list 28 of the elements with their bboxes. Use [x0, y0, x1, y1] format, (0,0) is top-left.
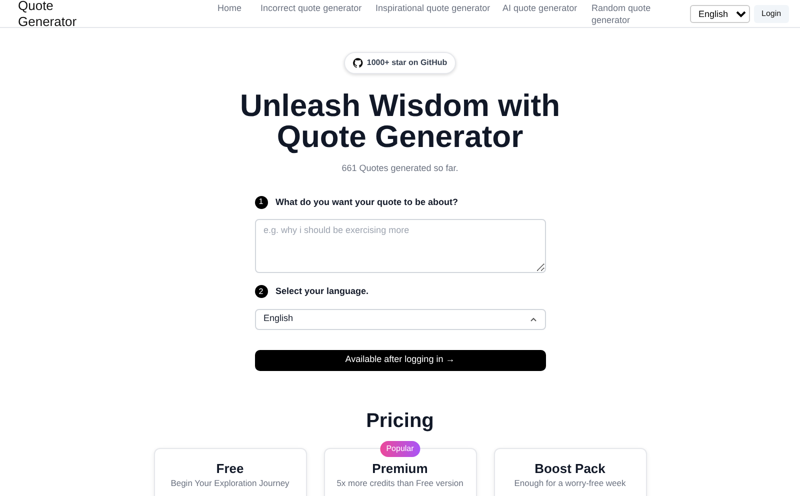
step-label: Select your language.	[276, 285, 369, 298]
step-number: 2	[254, 285, 268, 298]
language-select[interactable]: English	[690, 4, 750, 22]
brand-name[interactable]: Quote Generator	[18, 0, 77, 30]
plan-name: Free	[215, 460, 245, 476]
plan-tagline: Enough for a worry-free week	[513, 476, 627, 490]
plan-tagline: Begin Your Exploration Journey	[170, 476, 290, 490]
submit-button[interactable]: Available after logging in →	[254, 350, 546, 370]
pricing-title: Pricing	[366, 408, 434, 432]
nav-link[interactable]: Random quote generator	[592, 2, 690, 26]
login-button[interactable]: Login	[754, 4, 790, 22]
chevron-up-icon	[530, 316, 536, 322]
step-number: 1	[254, 196, 268, 209]
nav-link[interactable]: Incorrect quote generator	[260, 2, 376, 14]
quote-count: 661 Quotes generated so far.	[342, 162, 458, 175]
plan-name: Premium	[371, 460, 429, 476]
topic-input[interactable]: e.g. why i should be exercising more	[254, 219, 546, 273]
plan-tagline: 5x more credits than Free version	[336, 476, 464, 490]
nav-link[interactable]: Inspirational quote generator	[376, 2, 503, 14]
hero-title: Unleash Wisdom with Quote Generator	[238, 90, 562, 152]
language-dropdown[interactable]: English	[254, 308, 546, 330]
step-label: What do you want your quote to be about?	[276, 196, 458, 209]
popular-badge: Popular	[380, 440, 420, 456]
nav-link[interactable]: Home	[218, 2, 261, 14]
github-icon	[352, 58, 363, 68]
plan-name: Boost Pack	[534, 460, 606, 476]
nav-link[interactable]: AI quote generator	[502, 2, 592, 14]
github-star-button[interactable]: 1000+ star on GitHub	[344, 52, 456, 74]
